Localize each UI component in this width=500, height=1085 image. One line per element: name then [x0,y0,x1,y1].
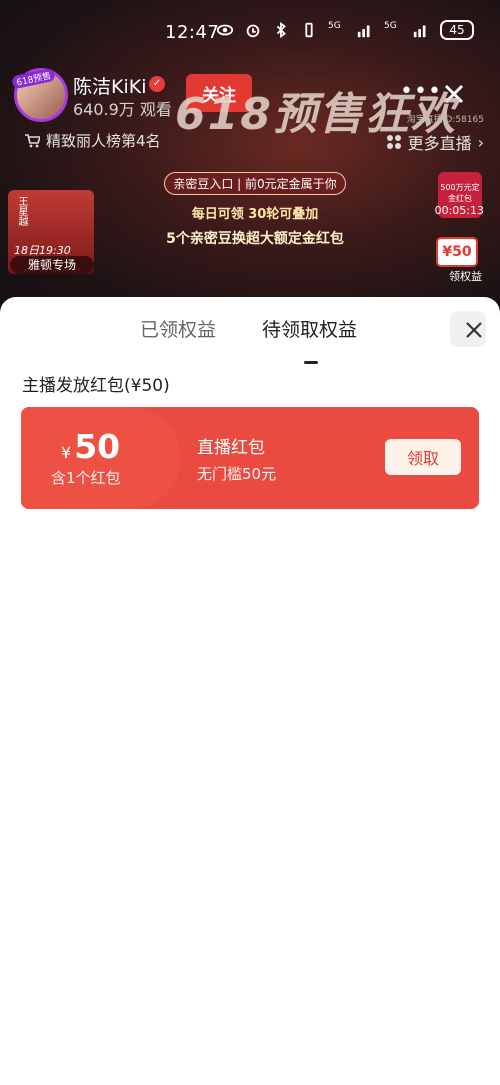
host-name[interactable]: 陈洁KiKi [73,72,146,99]
battery-icon: 45 [440,20,474,40]
benefit-widget-label: 领权益 [449,270,482,283]
coupon-currency: ¥ [61,443,72,462]
ranking-label: 精致丽人榜第4名 [46,132,161,150]
promo-banner: 亲密豆入口 | 前0元定金属于你 每日可领 30轮可叠加 5个亲密豆换超大额定金… [150,172,360,248]
coupon-title: 直播红包 [197,438,265,458]
benefit-widget[interactable]: ¥50 [436,237,478,267]
tab-indicator [304,361,318,364]
grid-icon [386,135,401,149]
status-bar: 12:47 5G 5G 45 [0,0,500,60]
room-id: 淘宝直播ID:58165 [406,115,484,125]
verified-icon: ✓ [149,76,165,92]
guest-anchor-name: 王星越 [16,196,27,226]
claim-button[interactable]: 领取 [385,439,461,475]
coupon-value: 50 [74,427,121,466]
tab-pending-benefits[interactable]: 待领取权益 [262,315,357,342]
bluetooth-icon [276,21,286,39]
signal-bars-icon [357,25,370,38]
ranking-badge[interactable]: 精致丽人榜第4名 [24,130,161,151]
cart-icon [25,133,40,147]
vibrate-icon [305,22,313,38]
signal-5g-icon: 5G [328,21,341,31]
coupon-amount: ¥ 50 [61,427,120,466]
coupon-description: 无门槛50元 [197,465,277,483]
eye-icon [216,24,234,36]
promo-line-1[interactable]: 亲密豆入口 | 前0元定金属于你 [164,172,346,195]
promo-line-3: 5个亲密豆换超大额定金红包 [166,231,344,247]
promo-line-2: 每日可领 30轮可叠加 [191,207,319,222]
status-icons: 5G 5G 45 [216,20,474,40]
close-icon [466,322,482,338]
countdown-timer: 00:05:13 [434,204,484,217]
close-sheet-button[interactable] [450,311,486,347]
guest-anchor-card[interactable]: 王星越 18日19:30 雅顿专场 [8,190,94,274]
red-packet-coupon: ¥ 50 含1个红包 直播红包 无门槛50元 领取 [21,407,479,509]
chevron-right-icon: › [477,132,484,152]
tab-received-benefits[interactable]: 已领权益 [140,315,216,342]
viewer-count: 640.9万 观看 [73,100,172,119]
more-live-label: 更多直播 [407,134,472,153]
status-time: 12:47 [165,22,220,43]
red-packet-widget-label: 500万元定金红包 [440,183,480,203]
section-title: 主播发放红包(¥50) [22,376,170,396]
signal-5g-icon-2: 5G [384,21,397,31]
benefit-tabs: 已领权益 待领取权益 [0,315,500,364]
coupon-count: 含1个红包 [51,469,121,487]
alarm-icon [246,24,260,38]
benefits-sheet: 已领权益 待领取权益 主播发放红包(¥50) ¥ 50 含1个红包 直播红包 无… [0,297,500,1085]
signal-bars-icon-2 [413,25,426,38]
more-live-link[interactable]: 更多直播 › [386,130,484,154]
guest-anchor-special: 雅顿专场 [10,256,94,274]
